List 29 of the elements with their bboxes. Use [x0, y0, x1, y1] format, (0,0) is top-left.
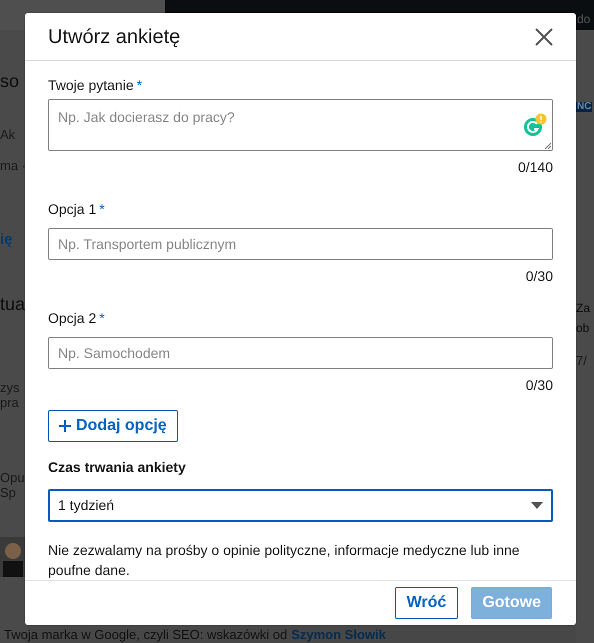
- plus-icon: [59, 420, 71, 432]
- character-counter: 0/30: [526, 376, 553, 396]
- writing-assistant-icon[interactable]: [523, 113, 547, 138]
- background-text: ię: [0, 232, 13, 247]
- policy-notice: Nie zezwalamy na prośby o opinie polityczne, informacje medyczne lub inne poufne dane.: [48, 541, 521, 580]
- dropdown-caret-icon: [531, 502, 543, 510]
- resize-handle-icon[interactable]: [544, 142, 552, 150]
- required-asterisk: *: [136, 76, 142, 96]
- dialog-title: Utwórz ankietę: [48, 24, 180, 50]
- dialog-button[interactable]: Wróć: [394, 587, 458, 620]
- close-icon[interactable]: [535, 28, 553, 46]
- background-text: ob: [576, 322, 590, 334]
- field-label: Opcja 1: [48, 200, 96, 220]
- option-field[interactable]: Np. Samochodem: [48, 337, 553, 370]
- question-field[interactable]: Np. Jak docierasz do pracy?: [48, 99, 553, 152]
- required-asterisk: *: [99, 309, 105, 328]
- duration-label: Czas trwania ankiety: [48, 458, 187, 478]
- background-text: NC: [576, 102, 592, 112]
- character-counter: 0/140: [518, 158, 553, 178]
- field-label: Twoje pytanie: [48, 76, 134, 96]
- duration-select[interactable]: 1 tydzień: [48, 489, 553, 522]
- background-text: Za: [576, 302, 590, 314]
- background-text: tua: [0, 295, 26, 313]
- field-label: Opcja 2: [48, 309, 96, 328]
- required-asterisk: *: [99, 200, 105, 220]
- option-field[interactable]: Np. Transportem publicznym: [48, 228, 553, 260]
- background-text: so: [0, 72, 20, 90]
- add-option-button[interactable]: Dodaj opcję: [48, 410, 178, 442]
- character-counter: 0/30: [526, 267, 553, 286]
